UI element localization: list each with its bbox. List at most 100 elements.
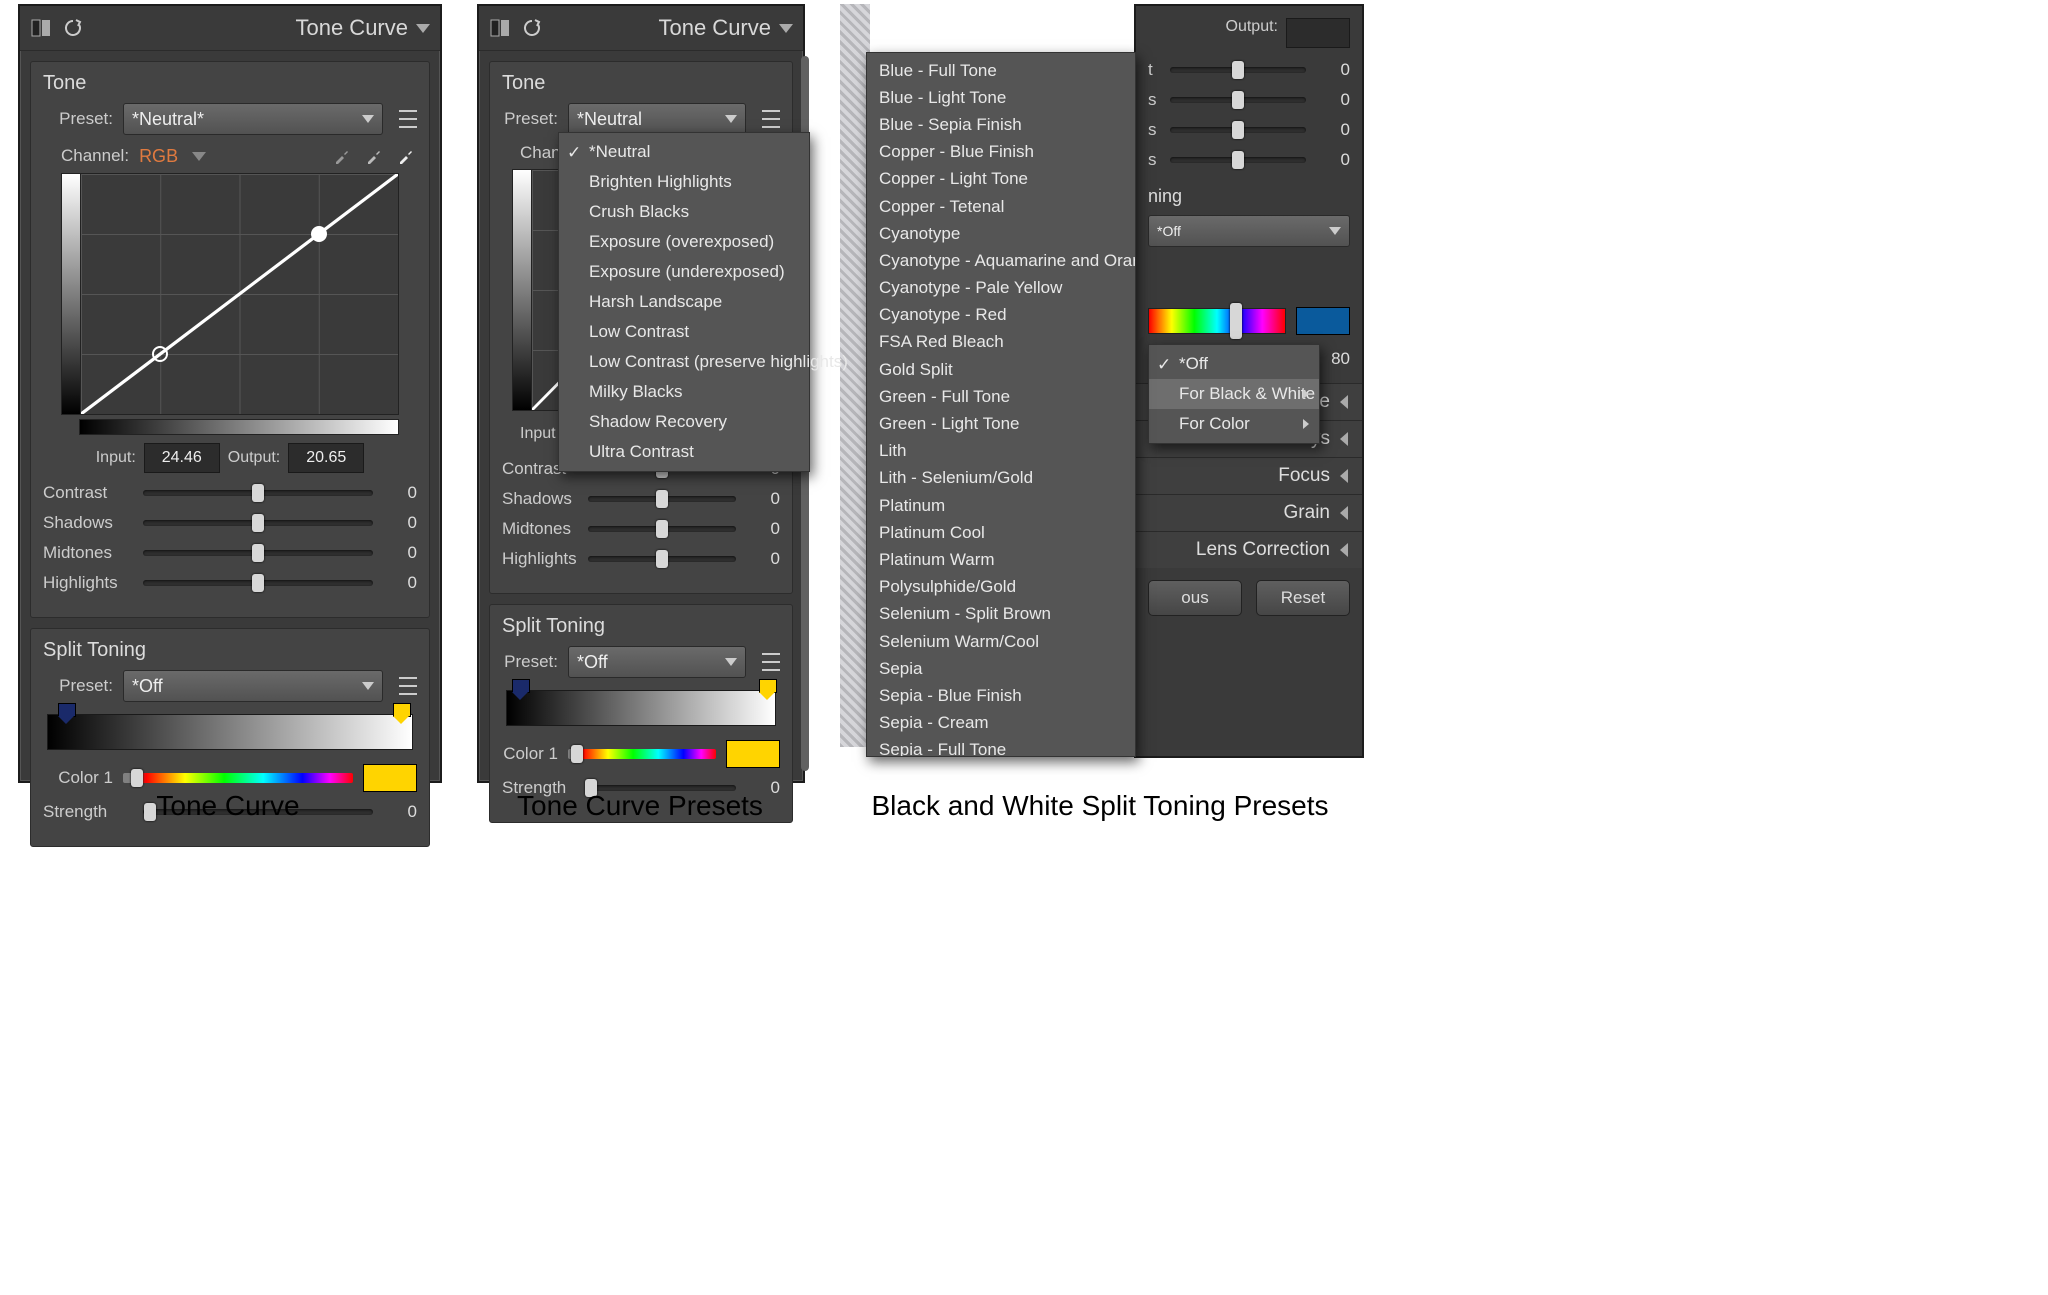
slider[interactable]: [1170, 127, 1306, 133]
bw-preset-item[interactable]: Cyanotype - Red: [867, 302, 1135, 329]
contrast-slider[interactable]: [143, 490, 373, 496]
preset-menu-icon[interactable]: [399, 110, 417, 128]
bw-preset-item[interactable]: Copper - Light Tone: [867, 166, 1135, 193]
bw-preset-item[interactable]: Cyanotype - Aquamarine and Orange: [867, 247, 1135, 274]
slider[interactable]: [1170, 97, 1306, 103]
bw-preset-item[interactable]: Cyanotype - Pale Yellow: [867, 275, 1135, 302]
midtones-slider[interactable]: [143, 550, 373, 556]
st-preset-select[interactable]: *Off: [568, 646, 746, 678]
submenu-item-color[interactable]: For Color: [1149, 409, 1319, 439]
bw-preset-item[interactable]: FSA Red Bleach: [867, 329, 1135, 356]
reset-button[interactable]: Reset: [1256, 580, 1350, 616]
curve-point-selected[interactable]: [152, 346, 168, 362]
preset-item[interactable]: Shadow Recovery: [559, 407, 809, 437]
highlights-label: Highlights: [502, 549, 578, 569]
preset-item[interactable]: Brighten Highlights: [559, 167, 809, 197]
preset-item[interactable]: ✓*Neutral: [559, 137, 809, 167]
compare-icon[interactable]: [489, 17, 511, 39]
preset-item[interactable]: Milky Blacks: [559, 377, 809, 407]
bw-preset-item[interactable]: Green - Light Tone: [867, 410, 1135, 437]
bw-preset-item[interactable]: Copper - Tetenal: [867, 193, 1135, 220]
tone-preset-select[interactable]: *Neutral*: [123, 103, 383, 135]
bw-preset-item[interactable]: Green - Full Tone: [867, 383, 1135, 410]
bw-preset-item[interactable]: Lith: [867, 438, 1135, 465]
eyedropper-white-icon[interactable]: [395, 145, 417, 167]
refresh-icon[interactable]: [62, 17, 84, 39]
st-preset-menu-icon[interactable]: [399, 677, 417, 695]
color1-hue-slider[interactable]: [568, 749, 716, 759]
st-preset-select[interactable]: *Off: [1148, 215, 1350, 247]
submenu-label: For Black & White: [1179, 384, 1315, 403]
eyedropper-black-icon[interactable]: [331, 145, 353, 167]
previous-button[interactable]: ous: [1148, 580, 1242, 616]
bw-preset-item[interactable]: Selenium Warm/Cool: [867, 628, 1135, 655]
curve-output-field[interactable]: [1286, 18, 1350, 48]
color1-swatch[interactable]: [363, 764, 417, 792]
preset-menu-icon[interactable]: [762, 110, 780, 128]
bw-preset-item[interactable]: Lith - Selenium/Gold: [867, 465, 1135, 492]
st-preset-submenu[interactable]: ✓*Off For Black & White For Color: [1148, 344, 1320, 444]
refresh-icon[interactable]: [521, 17, 543, 39]
bw-preset-item[interactable]: Sepia: [867, 655, 1135, 682]
slider[interactable]: [1170, 67, 1306, 73]
channel-value[interactable]: RGB: [139, 146, 178, 167]
tone-preset-select[interactable]: *Neutral: [568, 103, 746, 135]
preset-item[interactable]: Harsh Landscape: [559, 287, 809, 317]
submenu-item-off[interactable]: ✓*Off: [1149, 349, 1319, 379]
highlights-slider[interactable]: [588, 556, 736, 562]
highlights-slider[interactable]: [143, 580, 373, 586]
hue-gradient[interactable]: [1148, 308, 1286, 334]
bw-preset-item[interactable]: Sepia - Full Tone: [867, 737, 1135, 757]
side-panel-header[interactable]: Grain: [1136, 494, 1362, 531]
bw-preset-item[interactable]: Polysulphide/Gold: [867, 574, 1135, 601]
side-panel-header[interactable]: Lens Correction: [1136, 531, 1362, 568]
st-preset-select[interactable]: *Off: [123, 670, 383, 702]
bw-preset-item[interactable]: Platinum: [867, 492, 1135, 519]
compare-icon[interactable]: [30, 17, 52, 39]
submenu-arrow-icon: [1303, 389, 1309, 399]
curve-output-field[interactable]: [288, 443, 364, 473]
split-gradient-bar[interactable]: [506, 690, 776, 726]
bw-preset-item[interactable]: Platinum Warm: [867, 546, 1135, 573]
split-toning-suffix: ning: [1148, 186, 1350, 207]
submenu-item-bw[interactable]: For Black & White: [1149, 379, 1319, 409]
preset-item[interactable]: Crush Blacks: [559, 197, 809, 227]
preset-item[interactable]: Exposure (underexposed): [559, 257, 809, 287]
preset-item[interactable]: Low Contrast (preserve highlights): [559, 347, 809, 377]
bw-preset-item[interactable]: Cyanotype: [867, 220, 1135, 247]
color1-swatch[interactable]: [726, 740, 780, 768]
caption-right: Black and White Split Toning Presets: [840, 790, 1360, 822]
bw-preset-item[interactable]: Platinum Cool: [867, 519, 1135, 546]
bw-preset-item[interactable]: Copper - Blue Finish: [867, 139, 1135, 166]
side-panel-header[interactable]: Focus: [1136, 457, 1362, 494]
preset-item[interactable]: Low Contrast: [559, 317, 809, 347]
curve-input-field[interactable]: [144, 443, 220, 473]
shadows-slider[interactable]: [143, 520, 373, 526]
bw-preset-item[interactable]: Sepia - Blue Finish: [867, 682, 1135, 709]
tone-preset-dropdown[interactable]: ✓*NeutralBrighten HighlightsCrush Blacks…: [558, 132, 810, 472]
midtones-slider[interactable]: [588, 526, 736, 532]
curve-point[interactable]: [311, 226, 327, 242]
color1-hue-slider[interactable]: [123, 773, 353, 783]
color-swatch[interactable]: [1296, 307, 1350, 335]
bw-preset-item[interactable]: Blue - Light Tone: [867, 84, 1135, 111]
bw-preset-item[interactable]: Gold Split: [867, 356, 1135, 383]
bw-preset-item[interactable]: Blue - Sepia Finish: [867, 111, 1135, 138]
eyedropper-gray-icon[interactable]: [363, 145, 385, 167]
midtones-label: Midtones: [43, 543, 133, 563]
shadows-slider[interactable]: [588, 496, 736, 502]
chevron-down-icon[interactable]: [192, 152, 206, 161]
bw-preset-item[interactable]: Selenium - Split Brown: [867, 601, 1135, 628]
st-preset-menu-icon[interactable]: [762, 653, 780, 671]
preset-item[interactable]: Ultra Contrast: [559, 437, 809, 467]
slider[interactable]: [1170, 157, 1306, 163]
preset-item[interactable]: Exposure (overexposed): [559, 227, 809, 257]
bw-preset-dropdown[interactable]: Blue - Full ToneBlue - Light ToneBlue - …: [866, 52, 1136, 757]
collapse-icon[interactable]: [779, 24, 793, 33]
bw-preset-item[interactable]: Sepia - Cream: [867, 710, 1135, 737]
curve-editor[interactable]: [61, 173, 399, 415]
collapse-icon[interactable]: [416, 24, 430, 33]
chevron-down-icon: [362, 115, 374, 123]
split-gradient-bar[interactable]: [47, 714, 413, 750]
bw-preset-item[interactable]: Blue - Full Tone: [867, 57, 1135, 84]
